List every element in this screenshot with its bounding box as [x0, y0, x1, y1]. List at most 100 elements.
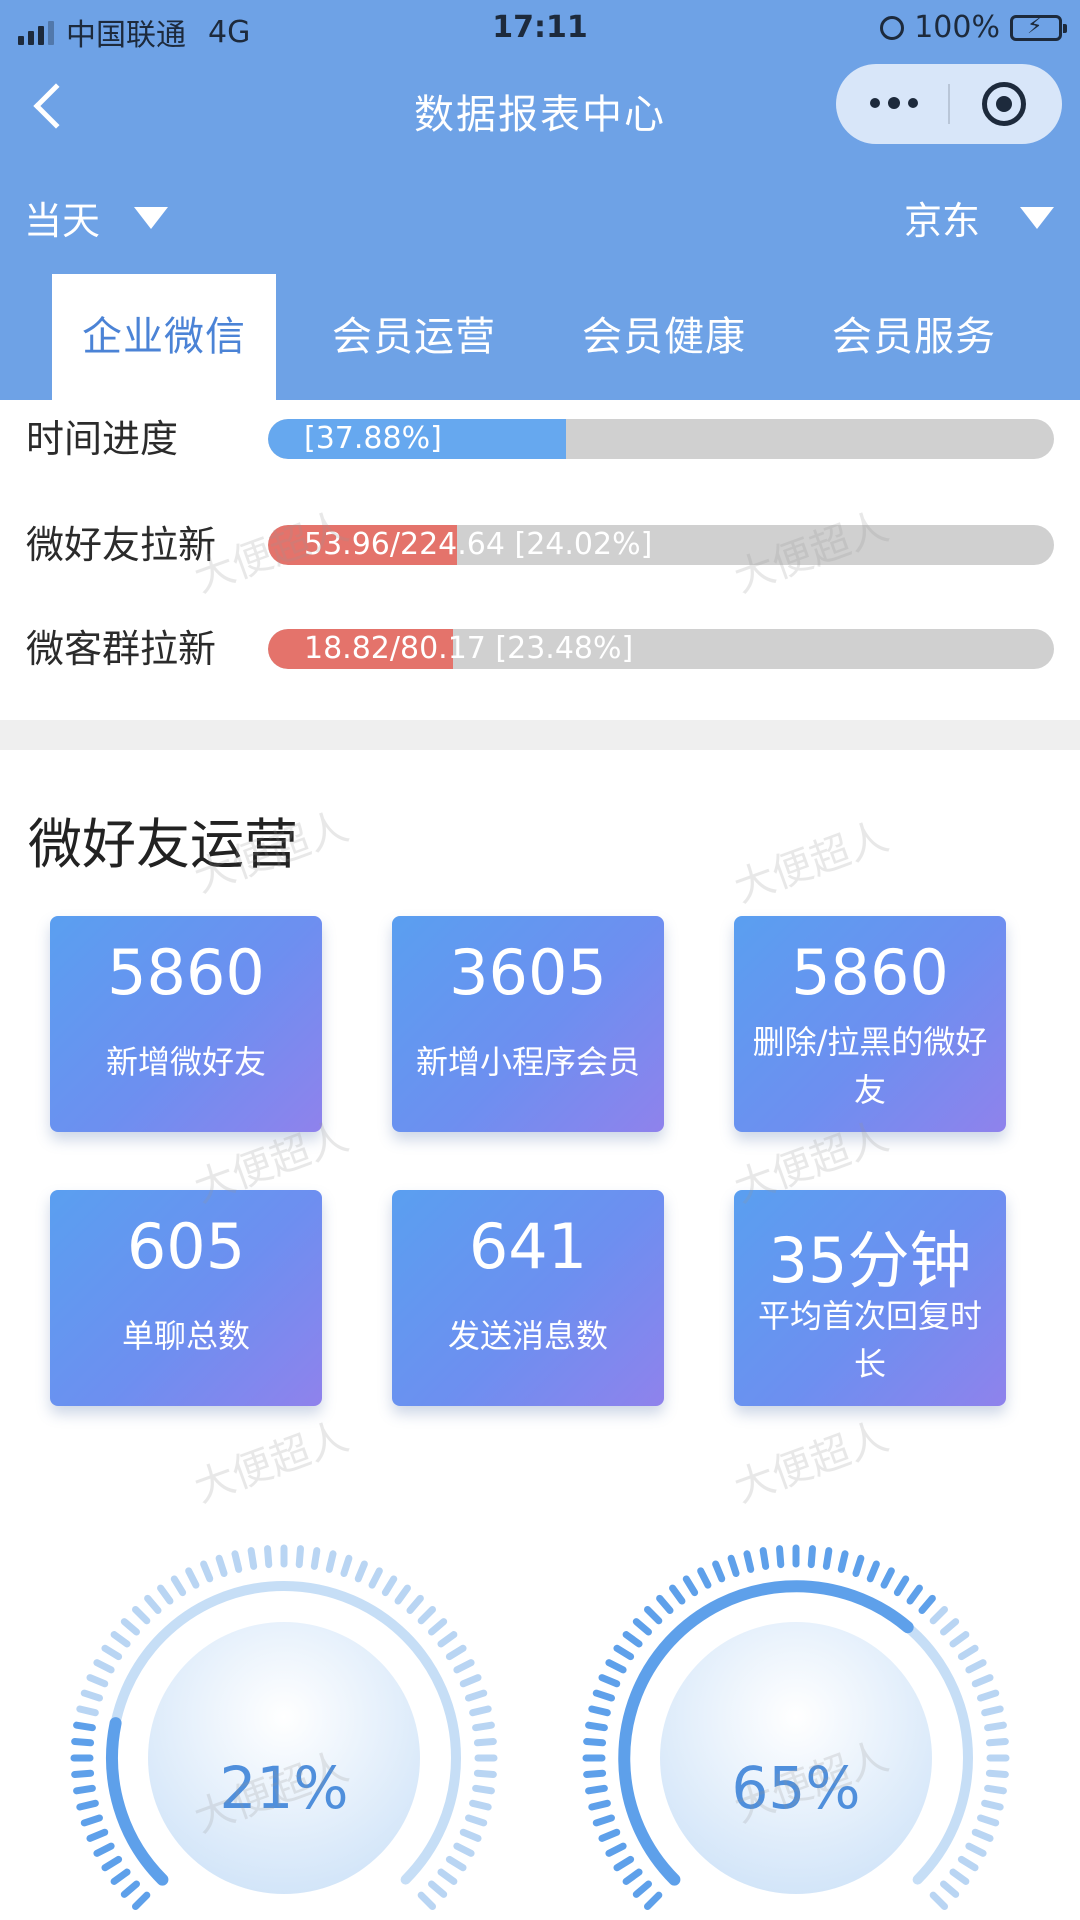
- gauge-tick: [893, 1575, 910, 1597]
- progress-text: 53.96/224.64 [24.02%]: [304, 527, 653, 562]
- gauge-tick: [727, 1554, 740, 1577]
- gauge-tick: [880, 1567, 895, 1589]
- gauge-tick: [472, 1721, 495, 1732]
- stat-value: 605: [126, 1210, 246, 1283]
- gauge-tick: [93, 1659, 115, 1674]
- store-filter[interactable]: 京东: [904, 190, 1054, 245]
- capsule-divider: [948, 84, 950, 124]
- gauge-tick: [437, 1868, 458, 1885]
- gauge-tick: [957, 1644, 979, 1661]
- stat-card-reply-time[interactable]: 35分钟 平均首次回复时长: [734, 1190, 1006, 1406]
- progress-track: [37.88%]: [268, 419, 1054, 459]
- gauge-percent: 21%: [219, 1754, 349, 1822]
- gauge-tick: [669, 1584, 686, 1605]
- gauge-tick: [965, 1842, 987, 1857]
- gauge-tick: [918, 1594, 936, 1614]
- gauge-tick: [437, 1631, 458, 1648]
- gauge-tick: [295, 1545, 304, 1569]
- watermark: 大便超人: [728, 813, 895, 912]
- progress-track: 18.82/80.17 [23.48%]: [268, 629, 1054, 669]
- gauge-left: 21%: [64, 1498, 504, 1920]
- date-filter[interactable]: 当天: [24, 190, 169, 245]
- gauge-tick: [120, 1618, 140, 1636]
- gauge-tick: [86, 1674, 109, 1688]
- gauge-tick: [473, 1738, 497, 1747]
- caret-down-icon: [134, 206, 169, 229]
- gauge-tick: [940, 1880, 960, 1898]
- gauge-tick: [949, 1868, 970, 1885]
- gauge-tick: [428, 1880, 448, 1898]
- gauge-tick: [428, 1618, 448, 1636]
- gauge-tick: [632, 1618, 652, 1636]
- tab-bar: 企业微信 会员运营 会员健康 会员服务: [0, 274, 1080, 400]
- gauge-tick: [453, 1842, 475, 1857]
- tab-member-service[interactable]: 会员服务: [806, 274, 1022, 400]
- stat-card-new-friends[interactable]: 5860 新增微好友: [50, 916, 322, 1132]
- stat-card-chats[interactable]: 605 单聊总数: [50, 1190, 322, 1406]
- gauge-tick: [866, 1560, 880, 1583]
- gauge-tick: [247, 1547, 258, 1570]
- stat-label: 新增小程序会员: [415, 1043, 640, 1081]
- tab-member-operation[interactable]: 会员运营: [306, 274, 522, 400]
- gauge-tick: [940, 1618, 960, 1636]
- gauge-tick: [170, 1575, 187, 1597]
- gauge-tick: [613, 1855, 635, 1872]
- gauge-tick: [759, 1547, 770, 1570]
- gauge-tick: [93, 1842, 115, 1857]
- gauge-tick: [132, 1606, 151, 1625]
- gauge-tick: [394, 1584, 411, 1605]
- gauge-tick: [906, 1584, 923, 1605]
- progress-text: [37.88%]: [304, 421, 442, 456]
- close-target-icon[interactable]: [982, 82, 1026, 126]
- gauge-tick: [682, 1575, 699, 1597]
- filter-row: 当天 京东: [0, 180, 1080, 250]
- stat-label: 删除/拉黑的微好友: [752, 1023, 988, 1109]
- gauge-tick: [712, 1560, 726, 1583]
- gauge-tick: [86, 1828, 109, 1842]
- gauge-tick: [598, 1828, 621, 1842]
- gauge-tick: [743, 1550, 755, 1573]
- mini-program-capsule: [836, 64, 1062, 144]
- stat-label: 新增微好友: [105, 1043, 266, 1081]
- progress-label: 微客群拉新: [26, 627, 217, 671]
- gauge-tick: [656, 1594, 674, 1614]
- gauge-tick: [971, 1828, 994, 1842]
- gauge-tick: [445, 1644, 467, 1661]
- more-icon[interactable]: [870, 97, 918, 109]
- gauge-tick: [465, 1689, 488, 1702]
- gauge-tick: [310, 1547, 321, 1570]
- gauge-tick: [453, 1659, 475, 1674]
- gauge-tick: [417, 1606, 436, 1625]
- progress-row-time: 时间进度 [37.88%]: [0, 406, 1080, 466]
- gauge-tick: [469, 1705, 492, 1717]
- stat-value: 3605: [449, 936, 607, 1009]
- gauge-tick: [605, 1659, 627, 1674]
- tab-member-health[interactable]: 会员健康: [556, 274, 772, 400]
- gauge-tick: [965, 1659, 987, 1674]
- gauge-tick: [592, 1689, 615, 1702]
- gauge-tick: [588, 1705, 611, 1717]
- gauge-tick: [613, 1644, 635, 1661]
- status-right: 100% ⚡: [880, 10, 1067, 45]
- gauge-percent: 65%: [731, 1754, 861, 1822]
- gauge-tick: [971, 1674, 994, 1688]
- stat-card-new-mini-members[interactable]: 3605 新增小程序会员: [392, 916, 664, 1132]
- gauge-tick: [200, 1560, 214, 1583]
- progress-section: 时间进度 [37.88%] 微好友拉新 53.96/224.64 [24.02%…: [0, 400, 1080, 720]
- gauge-tick: [445, 1855, 467, 1872]
- stat-card-deleted-friends[interactable]: 5860 删除/拉黑的微好友: [734, 916, 1006, 1132]
- gauge-tick: [929, 1891, 948, 1910]
- gauge-tick: [264, 1545, 273, 1569]
- gauge-tick: [697, 1567, 712, 1589]
- gauge-tick: [340, 1554, 353, 1577]
- gauge-tick: [977, 1689, 1000, 1702]
- gauge-tick: [957, 1855, 979, 1872]
- gauge-tick: [73, 1721, 96, 1732]
- gauge-tick: [381, 1575, 398, 1597]
- stat-card-messages[interactable]: 641 发送消息数: [392, 1190, 664, 1406]
- gauge-tick: [325, 1550, 337, 1573]
- gauge-tick: [644, 1891, 663, 1910]
- gauge-tick: [368, 1567, 383, 1589]
- gauge-tick: [76, 1705, 99, 1717]
- tab-wecom[interactable]: 企业微信: [52, 274, 276, 400]
